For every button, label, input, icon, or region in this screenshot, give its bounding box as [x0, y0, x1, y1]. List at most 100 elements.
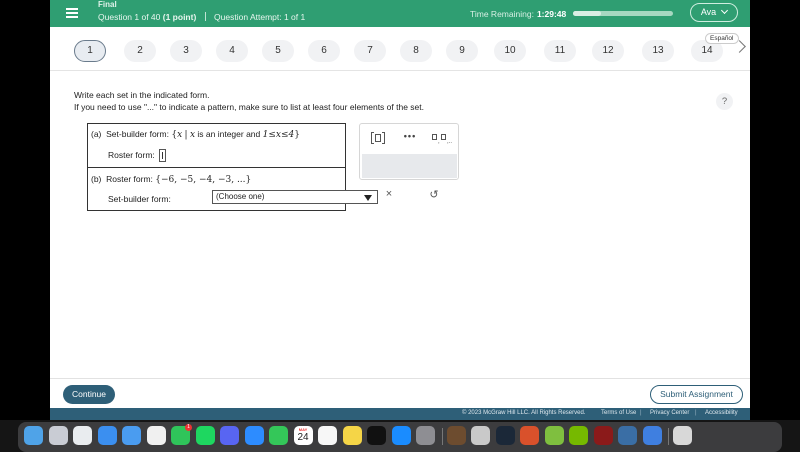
setbuilder-label: Set-builder form:	[106, 129, 169, 139]
terms-link[interactable]: Terms of Use	[601, 410, 636, 416]
set-brackets-icon[interactable]	[371, 132, 385, 144]
part-b-setbuilder-label: Set-builder form:	[108, 194, 171, 204]
hamburger-menu-icon[interactable]	[62, 3, 84, 23]
math-palette: ••• ,,.. × ↺	[359, 123, 459, 201]
launchpad-icon[interactable]	[48, 426, 68, 445]
minecraft-icon[interactable]	[446, 426, 466, 445]
screen: Final Question 1 of 40 (1 point) Questio…	[0, 0, 800, 452]
rabbit-game-icon[interactable]	[471, 426, 490, 445]
dock: 1 MAY 24	[18, 422, 782, 452]
question-button-6[interactable]: 6	[308, 40, 340, 62]
part-b-roster: (b) Roster form: {−6, −5, −4, −3, ...}	[91, 174, 251, 185]
roster-label: Roster form:	[108, 150, 155, 160]
accessibility-link[interactable]: Accessibility	[705, 410, 738, 416]
question-button-1[interactable]: 1	[74, 40, 106, 62]
continue-button[interactable]: Continue	[63, 385, 115, 404]
chrome-icon[interactable]	[73, 426, 92, 445]
appstore-icon[interactable]	[391, 426, 411, 445]
facetime-icon[interactable]: 1	[171, 424, 192, 445]
chevron-down-icon	[721, 6, 729, 15]
spotify-icon[interactable]	[195, 426, 215, 445]
language-toggle[interactable]: Español	[705, 33, 739, 44]
part-b-label: (b)	[91, 174, 102, 184]
divider	[88, 167, 345, 168]
reminders-icon[interactable]	[318, 426, 337, 445]
app-finder-clip-icon[interactable]	[618, 426, 637, 445]
ellipsis-button[interactable]: •••	[402, 131, 418, 141]
safari-icon[interactable]	[97, 426, 117, 445]
divider: |	[695, 410, 697, 416]
dropdown-arrow-icon	[364, 195, 372, 201]
divider	[50, 70, 750, 71]
messages-icon[interactable]	[269, 426, 288, 445]
attempt-label: Question Attempt: 1 of 1	[214, 12, 306, 22]
roster-value: {−6, −5, −4, −3, ...}	[155, 175, 252, 185]
inequality: 1≤x≤4	[262, 130, 295, 140]
question-button-3[interactable]: 3	[170, 40, 202, 62]
question-info: Question 1 of 40 (1 point) Question Atte…	[98, 12, 305, 22]
undo-icon[interactable]: ↺	[427, 188, 441, 201]
question-button-11[interactable]: 11	[544, 40, 576, 62]
dictionary-icon[interactable]	[593, 426, 613, 445]
discord-icon[interactable]	[220, 426, 239, 445]
palette-tools: ••• ,,..	[360, 124, 458, 153]
dock-separator	[441, 428, 443, 445]
calendar-icon[interactable]: MAY 24	[293, 426, 313, 445]
photos-icon[interactable]	[146, 426, 166, 445]
dock-separator	[668, 428, 669, 445]
select-value: (Choose one)	[216, 192, 265, 201]
letterbox-left	[0, 0, 50, 420]
such-that-bar: |	[184, 130, 188, 140]
sequence-template-icon[interactable]: ,,..	[432, 133, 454, 145]
time-progress-bar	[573, 11, 673, 16]
app-red-icon[interactable]	[520, 426, 539, 445]
roster-answer-input[interactable]	[159, 149, 167, 162]
app-green-icon[interactable]	[544, 426, 564, 445]
dock-area: 1 MAY 24	[0, 420, 800, 452]
submit-assignment-button[interactable]: Submit Assignment	[650, 385, 743, 404]
notification-badge: 1	[185, 424, 192, 431]
system-settings-icon[interactable]	[416, 426, 435, 445]
question-button-4[interactable]: 4	[216, 40, 248, 62]
exam-title: Final	[98, 0, 117, 9]
help-icon[interactable]: ?	[716, 93, 733, 110]
keynote-icon[interactable]	[642, 426, 662, 445]
part-a-label: (a)	[91, 129, 102, 139]
user-menu-button[interactable]: Ava	[690, 3, 738, 22]
instruction-line-2: If you need to use "..." to indicate a p…	[74, 102, 425, 112]
time-progress-fill	[573, 11, 601, 16]
setbuilder-select[interactable]: (Choose one)	[212, 190, 378, 204]
condition-text: is an integer and	[197, 129, 261, 139]
question-button-5[interactable]: 5	[262, 40, 294, 62]
user-name: Ava	[700, 7, 717, 17]
question-button-9[interactable]: 9	[446, 40, 478, 62]
question-button-13[interactable]: 13	[642, 40, 674, 62]
time-label: Time Remaining:	[470, 9, 534, 19]
divider	[204, 12, 206, 21]
divider: |	[640, 410, 642, 416]
zoom-icon[interactable]	[244, 426, 264, 445]
letterbox-right	[750, 0, 800, 420]
steam-icon[interactable]	[495, 426, 515, 445]
trash-icon[interactable]	[673, 426, 692, 445]
notes-icon[interactable]	[342, 426, 362, 445]
time-value: 1:29:48	[536, 9, 567, 19]
finder-icon[interactable]	[24, 426, 43, 445]
nvidia-icon[interactable]	[569, 426, 588, 445]
clear-icon[interactable]: ×	[382, 188, 396, 200]
question-button-10[interactable]: 10	[494, 40, 526, 62]
privacy-link[interactable]: Privacy Center	[650, 410, 689, 416]
question-button-8[interactable]: 8	[400, 40, 432, 62]
copyright: © 2023 McGraw Hill LLC. All Rights Reser…	[462, 410, 586, 416]
part-a-roster: Roster form:	[108, 149, 167, 162]
set-variable-2: x	[189, 130, 196, 140]
appletv-icon[interactable]	[367, 426, 386, 445]
question-button-2[interactable]: 2	[124, 40, 156, 62]
mail-icon[interactable]	[122, 426, 141, 445]
calendar-day: 24	[297, 432, 309, 443]
roster-label: Roster form:	[106, 174, 153, 184]
question-button-12[interactable]: 12	[592, 40, 624, 62]
instructions: Write each set in the indicated form. If…	[74, 89, 424, 113]
set-variable: x	[177, 130, 183, 140]
question-button-7[interactable]: 7	[354, 40, 386, 62]
